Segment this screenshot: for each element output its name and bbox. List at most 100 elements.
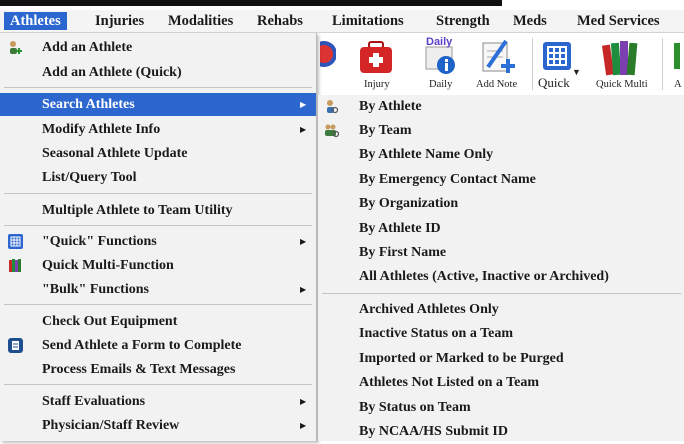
menu-bar: Athletes Injuries Modalities Rehabs Limi… bbox=[0, 10, 684, 33]
menu-separator bbox=[4, 384, 312, 385]
books-icon bbox=[601, 41, 638, 76]
menu-strength[interactable]: Strength bbox=[430, 12, 496, 30]
menu-item-staff-evaluations[interactable]: Staff Evaluations ▶ bbox=[0, 390, 316, 413]
submenu-item-by-athlete[interactable]: By Athlete bbox=[318, 95, 684, 119]
menu-item-multiple-athlete-team[interactable]: Multiple Athlete to Team Utility bbox=[0, 199, 316, 222]
menu-item-quick-multi-function[interactable]: Quick Multi-Function bbox=[0, 254, 316, 277]
toolbar-quick-multi-button[interactable]: Quick Multi bbox=[590, 33, 654, 93]
submenu-item-archived-only[interactable]: Archived Athletes Only bbox=[318, 298, 684, 322]
submenu-item-label: All Athletes (Active, Inactive or Archiv… bbox=[359, 269, 609, 284]
submenu-item-label: By Athlete bbox=[359, 99, 422, 114]
add-athlete-icon bbox=[10, 41, 22, 54]
menu-item-physician-staff-review[interactable]: Physician/Staff Review ▶ bbox=[0, 414, 316, 437]
menu-item-bulk-functions[interactable]: "Bulk" Functions ▶ bbox=[0, 278, 316, 301]
submenu-item-by-status-on-team[interactable]: By Status on Team bbox=[318, 396, 684, 420]
menu-limitations[interactable]: Limitations bbox=[326, 12, 410, 30]
toolbar-partial-right-button[interactable]: A bbox=[666, 33, 684, 93]
menu-separator bbox=[4, 225, 312, 226]
menu-item-label: Search Athletes bbox=[42, 97, 135, 112]
submenu-separator bbox=[322, 293, 681, 294]
menu-item-search-athletes[interactable]: Search Athletes ▶ bbox=[0, 93, 316, 116]
menu-item-label: Add an Athlete bbox=[42, 40, 133, 55]
toolbar-separator bbox=[662, 38, 663, 90]
grid-icon bbox=[8, 234, 23, 249]
toolbar-injury-button[interactable]: Injury bbox=[352, 33, 402, 93]
submenu-item-by-athlete-name-only[interactable]: By Athlete Name Only bbox=[318, 143, 684, 167]
menu-item-label: Check Out Equipment bbox=[42, 314, 178, 329]
menu-item-label: List/Query Tool bbox=[42, 170, 137, 185]
submenu-item-label: By First Name bbox=[359, 245, 447, 260]
menu-rehabs[interactable]: Rehabs bbox=[251, 12, 309, 30]
menu-item-add-athlete[interactable]: Add an Athlete bbox=[0, 36, 316, 59]
toolbar-label: Quick bbox=[538, 75, 570, 90]
submenu-arrow-icon: ▶ bbox=[300, 125, 307, 134]
submenu-item-label: Athletes Not Listed on a Team bbox=[359, 375, 540, 390]
menu-separator bbox=[4, 193, 312, 194]
toolbar: Injury Daily Daily Add Note ▼ Quick Quic… bbox=[300, 33, 684, 93]
submenu-item-inactive-status[interactable]: Inactive Status on a Team bbox=[318, 322, 684, 346]
athletes-dropdown-menu: Add an Athlete Add an Athlete (Quick) Se… bbox=[0, 33, 317, 441]
submenu-arrow-icon: ▶ bbox=[300, 100, 307, 109]
submenu-item-label: By Status on Team bbox=[359, 400, 471, 415]
submenu-item-imported-purged[interactable]: Imported or Marked to be Purged bbox=[318, 347, 684, 371]
submenu-item-label: By Athlete ID bbox=[359, 221, 441, 236]
menu-med-services[interactable]: Med Services bbox=[571, 12, 666, 30]
form-icon bbox=[8, 338, 23, 353]
menu-injuries[interactable]: Injuries bbox=[89, 12, 150, 30]
submenu-item-by-team[interactable]: By Team bbox=[318, 119, 684, 143]
toolbar-label: Quick Multi bbox=[596, 79, 648, 90]
menu-item-label: Modify Athlete Info bbox=[42, 122, 161, 137]
menu-modalities[interactable]: Modalities bbox=[162, 12, 239, 30]
menu-item-add-athlete-quick[interactable]: Add an Athlete (Quick) bbox=[0, 61, 316, 84]
menu-item-modify-athlete-info[interactable]: Modify Athlete Info ▶ bbox=[0, 118, 316, 141]
submenu-item-label: Imported or Marked to be Purged bbox=[359, 351, 564, 366]
daily-info-icon: Daily bbox=[425, 36, 455, 74]
toolbar-label: A bbox=[674, 79, 682, 90]
toolbar-quick-button[interactable]: ▼ Quick bbox=[536, 33, 582, 93]
first-aid-kit-icon bbox=[360, 41, 392, 73]
chevron-down-icon[interactable]: ▼ bbox=[572, 67, 581, 77]
submenu-arrow-icon: ▶ bbox=[300, 237, 307, 246]
menu-item-check-out-equipment[interactable]: Check Out Equipment bbox=[0, 310, 316, 333]
submenu-item-by-organization[interactable]: By Organization bbox=[318, 192, 684, 216]
submenu-arrow-icon: ▶ bbox=[300, 397, 307, 406]
toolbar-label: Injury bbox=[364, 79, 390, 90]
menu-item-process-emails[interactable]: Process Emails & Text Messages bbox=[0, 358, 316, 381]
menu-separator bbox=[4, 304, 312, 305]
menu-item-label: Staff Evaluations bbox=[42, 394, 146, 409]
menu-meds[interactable]: Meds bbox=[507, 12, 553, 30]
submenu-item-by-ncaa-hs-submit-id[interactable]: By NCAA/HS Submit ID bbox=[318, 420, 684, 444]
submenu-item-all-athletes[interactable]: All Athletes (Active, Inactive or Archiv… bbox=[318, 265, 684, 289]
menu-item-label: Multiple Athlete to Team Utility bbox=[42, 203, 233, 218]
submenu-item-not-listed-on-team[interactable]: Athletes Not Listed on a Team bbox=[318, 371, 684, 395]
menu-item-label: "Quick" Functions bbox=[42, 234, 157, 249]
menu-item-quick-functions[interactable]: "Quick" Functions ▶ bbox=[0, 230, 316, 253]
toolbar-add-note-button[interactable]: Add Note bbox=[468, 33, 526, 93]
books-icon bbox=[9, 259, 21, 272]
menu-item-list-query-tool[interactable]: List/Query Tool bbox=[0, 166, 316, 189]
submenu-item-label: By Emergency Contact Name bbox=[359, 172, 536, 187]
submenu-item-label: Inactive Status on a Team bbox=[359, 326, 514, 341]
menu-item-label: Add an Athlete (Quick) bbox=[42, 65, 182, 80]
submenu-arrow-icon: ▶ bbox=[300, 421, 307, 430]
submenu-item-by-athlete-id[interactable]: By Athlete ID bbox=[318, 217, 684, 241]
menu-item-seasonal-athlete-update[interactable]: Seasonal Athlete Update bbox=[0, 142, 316, 165]
toolbar-label: Daily bbox=[429, 79, 453, 90]
add-note-icon bbox=[482, 39, 515, 73]
menu-item-send-athlete-form[interactable]: Send Athlete a Form to Complete bbox=[0, 334, 316, 357]
menu-athletes[interactable]: Athletes bbox=[4, 12, 67, 30]
grid-icon bbox=[543, 42, 571, 70]
submenu-item-label: By Organization bbox=[359, 196, 459, 211]
toolbar-label: Add Note bbox=[476, 79, 518, 90]
submenu-item-label: By Athlete Name Only bbox=[359, 147, 494, 162]
submenu-item-label: By Team bbox=[359, 123, 412, 138]
toolbar-separator bbox=[532, 38, 533, 90]
menu-item-label: Seasonal Athlete Update bbox=[42, 146, 188, 161]
submenu-item-by-emergency-contact[interactable]: By Emergency Contact Name bbox=[318, 168, 684, 192]
daily-badge-text: Daily bbox=[426, 36, 453, 48]
submenu-item-by-first-name[interactable]: By First Name bbox=[318, 241, 684, 265]
team-search-icon bbox=[325, 124, 339, 138]
toolbar-daily-button[interactable]: Daily Daily bbox=[410, 33, 460, 93]
menu-item-label: "Bulk" Functions bbox=[42, 282, 149, 297]
submenu-arrow-icon: ▶ bbox=[300, 285, 307, 294]
